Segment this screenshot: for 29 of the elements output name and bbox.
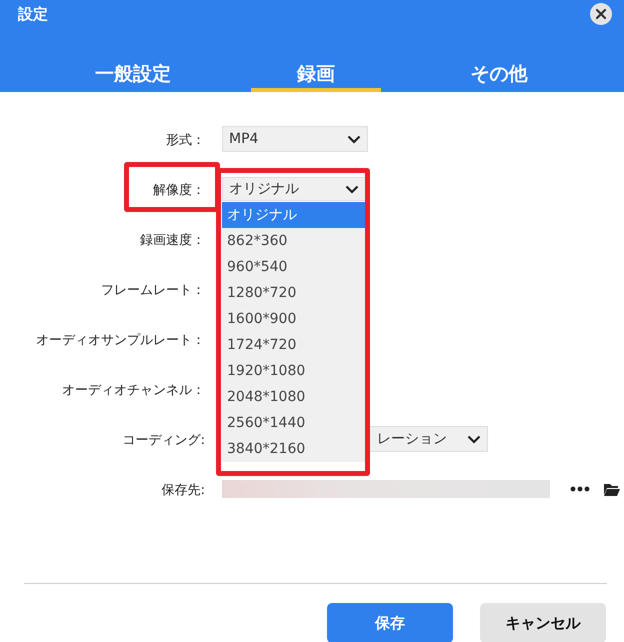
dropdown-option[interactable]: 960*540 (222, 254, 366, 280)
dropdown-option[interactable]: 1724*720 (222, 332, 366, 358)
field-label: オーディオチャンネル： (62, 383, 205, 398)
field-label: オーディオサンプルレート： (36, 333, 205, 348)
select-value: レーション (377, 430, 447, 448)
dropdown-option[interactable]: 1280*720 (222, 280, 366, 306)
dropdown-option[interactable]: 2560*1440 (222, 410, 366, 436)
field-label: 保存先: (162, 483, 205, 498)
dropdown-option[interactable]: 1920*1080 (222, 358, 366, 384)
dropdown-option[interactable]: 1600*900 (222, 306, 366, 332)
field-label: 形式： (166, 133, 205, 148)
field-label: コーディング: (122, 433, 205, 448)
tab[interactable]: その他 (434, 61, 564, 92)
select-value: オリジナル (229, 180, 299, 198)
dropdown-option[interactable]: オリジナル (222, 202, 366, 228)
cancel-button[interactable]: キャンセル (480, 603, 606, 642)
tab[interactable]: 録画 (251, 61, 381, 92)
dropdown-option[interactable]: 862*360 (222, 228, 366, 254)
dropdown-option[interactable]: 3840*2160 (222, 436, 366, 462)
window-title: 設定 (18, 4, 48, 24)
field-label: 解像度： (153, 183, 205, 198)
tab[interactable]: 一般設定 (68, 61, 198, 92)
save-button[interactable]: 保存 (327, 603, 453, 642)
dropdown-option[interactable]: 2048*1080 (222, 384, 366, 410)
field-label: フレームレート： (101, 283, 205, 298)
select-field[interactable]: オリジナル (222, 177, 366, 201)
select-value: MP4 (229, 131, 258, 147)
field-label: 録画速度： (140, 233, 205, 248)
select-field[interactable]: MP4 (222, 126, 368, 152)
